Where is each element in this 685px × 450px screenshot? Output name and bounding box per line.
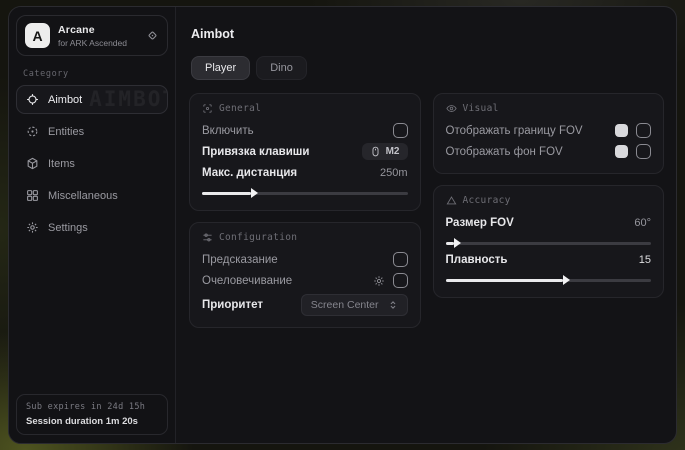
keybind-button[interactable]: M2: [362, 143, 408, 160]
category-label: Category: [23, 69, 161, 79]
enable-label: Включить: [202, 125, 254, 137]
fov-size-label: Размер FOV: [446, 217, 514, 229]
fov-bg-checkbox[interactable]: [636, 144, 651, 159]
fov-size-slider[interactable]: [446, 242, 652, 245]
fov-size-value: 60°: [634, 217, 651, 229]
app-name: Arcane: [58, 24, 138, 36]
fov-bg-label: Отображать фон FOV: [446, 146, 563, 158]
session-info-box: Sub expires in 24d 15h Session duration …: [16, 394, 168, 435]
section-title: Accuracy: [463, 195, 511, 206]
smoothness-slider[interactable]: [446, 279, 652, 282]
section-title: Configuration: [219, 232, 297, 243]
sub-expires-text: Sub expires in 24d 15h: [26, 402, 158, 412]
smoothness-label: Плавность: [446, 254, 508, 266]
sidebar-item-miscellaneous[interactable]: Miscellaneous: [16, 181, 168, 210]
prediction-label: Предсказание: [202, 254, 278, 266]
tab-bar: Player Dino: [191, 56, 664, 80]
unfold-icon: [388, 300, 398, 310]
priority-dropdown[interactable]: Screen Center: [301, 294, 408, 316]
main-content: Aimbot Player Dino General: [176, 7, 676, 443]
package-icon: [26, 157, 39, 170]
app-window: A Arcane for ARK Ascended Category: [8, 6, 677, 444]
fov-bg-color-swatch[interactable]: [615, 145, 628, 158]
max-distance-slider[interactable]: [202, 192, 408, 195]
smoothness-value: 15: [639, 254, 651, 266]
sidebar-item-aimbot[interactable]: Aimbot AIMBOT: [16, 85, 168, 114]
scan-icon: [26, 125, 39, 138]
humanization-label: Очеловечивание: [202, 275, 292, 287]
slider-fill[interactable]: [446, 242, 454, 245]
enable-checkbox[interactable]: [393, 123, 408, 138]
gear-icon: [26, 221, 39, 234]
blocks-icon: [26, 189, 39, 202]
section-title: General: [219, 103, 261, 114]
general-card: General Включить Привязка клавиши: [189, 93, 421, 211]
tab-dino[interactable]: Dino: [256, 56, 307, 80]
section-title: Visual: [463, 103, 499, 114]
sidebar-header: A Arcane for ARK Ascended: [16, 15, 168, 56]
tune-icon: [202, 232, 213, 243]
session-duration-text: Session duration 1m 20s: [26, 416, 158, 427]
humanization-settings-icon[interactable]: [373, 275, 385, 287]
triangle-icon: [446, 195, 457, 206]
max-distance-value: 250m: [380, 167, 408, 179]
aimbot-watermark: AIMBOT: [89, 87, 168, 111]
prediction-checkbox[interactable]: [393, 252, 408, 267]
sidebar-item-label: Miscellaneous: [48, 190, 118, 202]
slider-fill[interactable]: [202, 192, 251, 195]
sidebar-item-settings[interactable]: Settings: [16, 213, 168, 242]
sidebar-item-label: Aimbot: [48, 94, 82, 106]
slider-fill[interactable]: [446, 279, 563, 282]
fov-border-checkbox[interactable]: [636, 123, 651, 138]
keybind-label: Привязка клавиши: [202, 146, 309, 158]
fov-border-label: Отображать границу FOV: [446, 125, 583, 137]
sidebar-item-label: Entities: [48, 126, 84, 138]
visual-card: Visual Отображать границу FOV Отображать…: [433, 93, 665, 174]
sidebar-item-label: Settings: [48, 222, 88, 234]
sidebar-item-entities[interactable]: Entities: [16, 117, 168, 146]
crosshair-icon: [26, 93, 39, 106]
sidebar-item-label: Items: [48, 158, 75, 170]
humanization-checkbox[interactable]: [393, 273, 408, 288]
max-distance-label: Макс. дистанция: [202, 167, 297, 179]
app-subtitle: for ARK Ascended: [58, 38, 138, 48]
page-title: Aimbot: [191, 27, 664, 41]
configuration-card: Configuration Предсказание Очеловечивани…: [189, 222, 421, 328]
accuracy-card: Accuracy Размер FOV 60° Плавность 15: [433, 185, 665, 298]
target-icon[interactable]: [146, 29, 159, 42]
priority-label: Приоритет: [202, 299, 263, 311]
sidebar-item-items[interactable]: Items: [16, 149, 168, 178]
sidebar-menu: Aimbot AIMBOT Entities: [16, 85, 168, 242]
app-logo: A: [25, 23, 50, 48]
eye-icon: [446, 103, 457, 114]
scan-frame-icon: [202, 103, 213, 114]
fov-border-color-swatch[interactable]: [615, 124, 628, 137]
tab-player[interactable]: Player: [191, 56, 250, 80]
sidebar: A Arcane for ARK Ascended Category: [9, 7, 176, 443]
mouse-icon: [370, 146, 381, 157]
